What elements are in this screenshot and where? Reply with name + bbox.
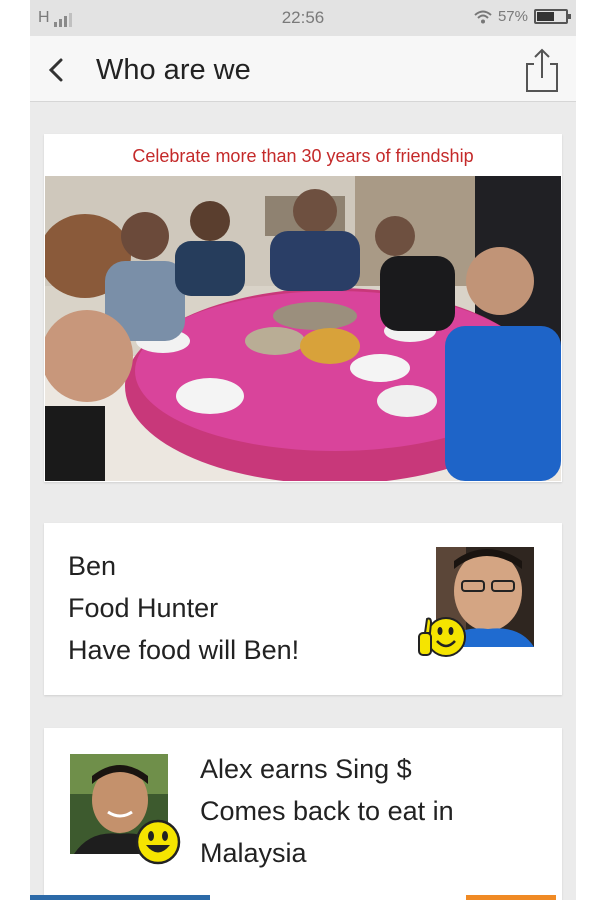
thumbs-up-smiley-icon [418, 617, 466, 657]
battery-percent: 57% [497, 8, 528, 25]
member-role: Food Hunter [68, 593, 219, 623]
member-line-2: Comes back to eat in [200, 796, 454, 826]
page-title: Who are we [96, 54, 251, 86]
smiley-icon [135, 819, 181, 865]
bottom-nav-strip [30, 895, 576, 900]
back-arrow-icon [48, 58, 63, 82]
member-line-1: Alex earns Sing $ [200, 754, 412, 784]
status-right: 57% [474, 8, 571, 25]
member-line-3: Malaysia [200, 838, 307, 868]
group-photo [45, 176, 561, 481]
phone-screen: H 22:56 57% Who are we Celebrate more th… [30, 0, 576, 900]
photo-caption: Celebrate more than 30 years of friendsh… [132, 146, 474, 166]
member-info: Ben Food Hunter Have food will Ben! [68, 545, 299, 671]
status-bar: H 22:56 57% [30, 0, 576, 36]
battery-icon [534, 9, 571, 24]
bottom-strip-right [466, 895, 556, 900]
member-info: Alex earns Sing $ Comes back to eat in M… [200, 748, 454, 874]
group-photo-card: Celebrate more than 30 years of friendsh… [44, 134, 562, 482]
app-header: Who are we [30, 36, 576, 102]
wifi-icon [474, 10, 492, 23]
member-card-ben[interactable]: Ben Food Hunter Have food will Ben! [44, 523, 562, 695]
battery-fill [537, 12, 555, 21]
share-button[interactable] [522, 46, 562, 94]
bottom-strip-left [30, 895, 210, 900]
member-card-alex[interactable]: Alex earns Sing $ Comes back to eat in M… [44, 728, 562, 900]
share-icon [526, 48, 558, 92]
back-button[interactable] [36, 50, 76, 90]
member-tagline: Have food will Ben! [68, 635, 300, 665]
member-name: Ben [68, 551, 117, 581]
